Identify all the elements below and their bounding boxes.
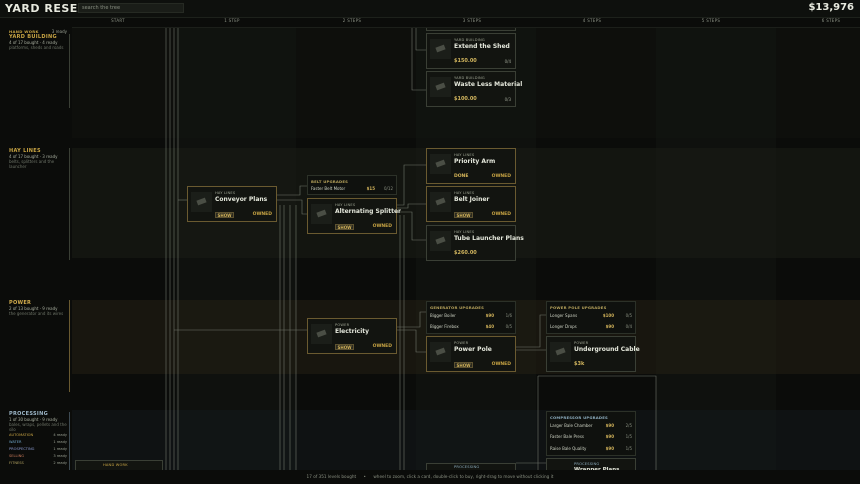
launcher-icon [430, 231, 451, 251]
card-price: $100.00 [454, 96, 477, 102]
pole-icon [430, 342, 451, 362]
show-button[interactable]: SHOW [454, 362, 473, 368]
upgrade-faster-bale-press[interactable]: Faster Bale Press $90 1/5 [550, 433, 632, 441]
help-text: wheel to zoom, click a card, double-clic… [373, 474, 554, 479]
electricity-icon [311, 324, 332, 344]
card-processing-partial[interactable]: PROCESSING [426, 463, 516, 470]
conveyor-icon [191, 192, 212, 212]
group-compressor-upgrades: COMPRESSOR UPGRADES Larger Bale Chamber … [546, 411, 636, 456]
card-category: HAY LINES [335, 203, 356, 207]
card-power-pole[interactable]: POWER Power Pole SHOW OWNED [426, 336, 516, 372]
card-category: HAY LINES [215, 191, 236, 195]
card-name: Waste Less Material [454, 81, 523, 88]
upgrade-longer-drops[interactable]: Longer Drops $90 0/4 [550, 323, 632, 331]
status-footer: 17 of 351 levels bought • wheel to zoom,… [0, 470, 860, 484]
card-name: Conveyor Plans [215, 196, 268, 203]
card-owned: OWNED [252, 212, 272, 217]
upgrade-larger-bale-chamber[interactable]: Larger Bale Chamber $90 2/5 [550, 422, 632, 430]
group-generator-upgrades: GENERATOR UPGRADES Bigger Boiler $90 1/6… [426, 301, 516, 334]
show-button[interactable]: SHOW [335, 344, 354, 350]
card-category: YARD BUILDING [454, 38, 485, 42]
show-button[interactable]: SHOW [215, 212, 234, 218]
card-price: $3k [574, 361, 585, 367]
upgrade-bigger-boiler[interactable]: Bigger Boiler $90 1/6 [430, 312, 512, 320]
card-price: $260.00 [454, 250, 477, 256]
card-name: Tube Launcher Plans [454, 235, 524, 242]
card-belt-joiner[interactable]: HAY LINES Belt Joiner SHOW OWNED [426, 186, 516, 222]
footer-separator: • [363, 474, 367, 479]
levels-bought: 17 of 351 levels bought [306, 474, 357, 479]
joiner-icon [430, 192, 451, 212]
card-category: YARD BUILDING [454, 76, 485, 80]
card-owned: OWNED [372, 344, 392, 349]
card-owned: OWNED [372, 224, 392, 229]
card-category: HAY LINES [454, 153, 475, 157]
card-name: Extend the Shed [454, 43, 510, 50]
splitter-icon [311, 204, 332, 224]
card-underground-cable[interactable]: POWER Underground Cable $3k [546, 336, 640, 372]
card-extend-shed[interactable]: YARD BUILDING Extend the Shed $150.00 0/… [426, 33, 516, 69]
arm-icon [430, 154, 451, 174]
card-name: Electricity [335, 328, 370, 335]
upgrade-faster-belt-motor[interactable]: Faster Belt Motor $15 0/12 [311, 185, 393, 193]
card-wrapper-plans[interactable]: PROCESSING Wrapper Plans [546, 458, 636, 473]
card-category: HAY LINES [454, 191, 475, 195]
group-title: COMPRESSOR UPGRADES [550, 415, 608, 420]
material-icon [430, 77, 451, 97]
card-waste-less-material[interactable]: YARD BUILDING Waste Less Material $100.0… [426, 71, 522, 107]
card-level: 0/3 [504, 97, 511, 102]
card-alternating-splitter[interactable]: HAY LINES Alternating Splitter SHOW OWNE… [307, 198, 401, 234]
card-category: HAND WORK [103, 463, 128, 467]
card-price: $150.00 [454, 58, 477, 64]
card-name: Alternating Splitter [335, 208, 401, 215]
card-tube-launcher-plans[interactable]: HAY LINES Tube Launcher Plans $260.00 [426, 225, 524, 261]
card-category: POWER [454, 341, 469, 345]
card-priority-arm[interactable]: HAY LINES Priority Arm DONE OWNED [426, 148, 516, 184]
group-belt-upgrades: BELT UPGRADES Faster Belt Motor $15 0/12 [307, 175, 397, 195]
card-owned: OWNED [491, 362, 511, 367]
card-partial-top[interactable] [426, 28, 516, 31]
upgrade-bigger-firebox[interactable]: Bigger Firebox $40 0/5 [430, 323, 512, 331]
card-name: Belt Joiner [454, 196, 490, 203]
card-name: Underground Cable [574, 346, 640, 353]
card-owned: OWNED [491, 212, 511, 217]
group-title: POWER POLE UPGRADES [550, 305, 607, 310]
upgrade-longer-spans[interactable]: Longer Spans $100 0/5 [550, 312, 632, 320]
card-category: PROCESSING [454, 465, 480, 469]
cable-icon [550, 342, 571, 362]
card-electricity[interactable]: POWER Electricity SHOW OWNED [307, 318, 397, 354]
card-owned: OWNED [491, 174, 511, 179]
card-level: 0/4 [504, 59, 511, 64]
show-button[interactable]: SHOW [335, 224, 354, 230]
card-category: POWER [335, 323, 350, 327]
card-category: HAY LINES [454, 230, 475, 234]
card-category: POWER [574, 341, 589, 345]
upgrade-raise-bale-quality[interactable]: Raise Bale Quality $90 1/5 [550, 445, 632, 453]
group-title: GENERATOR UPGRADES [430, 305, 485, 310]
group-title: BELT UPGRADES [311, 179, 349, 184]
show-button[interactable]: SHOW [454, 212, 473, 218]
card-status: DONE [454, 174, 469, 179]
shed-icon [430, 39, 451, 59]
group-power-pole-upgrades: POWER POLE UPGRADES Longer Spans $100 0/… [546, 301, 636, 334]
card-category: PROCESSING [574, 462, 600, 466]
card-hand-work[interactable]: HAND WORK [75, 460, 163, 470]
card-name: Priority Arm [454, 158, 496, 165]
card-name: Power Pole [454, 346, 492, 353]
card-conveyor-plans[interactable]: HAY LINES Conveyor Plans SHOW OWNED [187, 186, 277, 222]
